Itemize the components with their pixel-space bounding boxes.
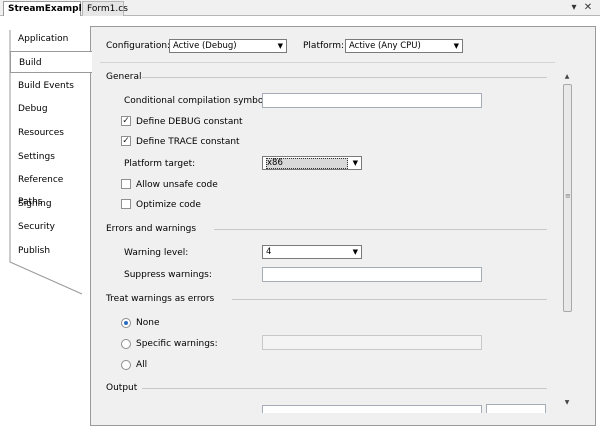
left-tab-debug[interactable]: Debug [10,98,90,120]
radio-specific-warnings-label: Specific warnings: [136,339,218,349]
platform-target-dropdown[interactable]: x86 ▼ [262,156,362,170]
suppress-warnings-label: Suppress warnings: [124,270,212,280]
configuration-label: Configuration: [106,41,171,51]
warning-level-value: 4 [266,247,272,257]
left-tab-application[interactable]: Application [10,28,90,50]
vertical-scrollbar[interactable]: ▲ ≡ ▼ [562,72,572,410]
left-tab-build-events[interactable]: Build Events [10,75,90,97]
specific-warnings-input [262,335,482,350]
left-tab-settings[interactable]: Settings [10,146,90,168]
define-debug-label: Define DEBUG constant [136,117,243,127]
chevron-down-icon: ▼ [352,248,358,256]
chevron-down-icon: ▼ [277,42,283,50]
suppress-warnings-input[interactable] [262,267,482,282]
define-trace-checkbox[interactable]: ✓ [121,136,131,146]
radio-none-label: None [136,318,160,328]
errors-header: Errors and warnings [106,224,197,234]
warning-level-label: Warning level: [124,248,189,258]
platform-target-value: x86 [266,158,348,169]
scroll-down-icon[interactable]: ▼ [562,398,572,408]
warning-level-dropdown[interactable]: 4 ▼ [262,245,362,259]
platform-dropdown[interactable]: Active (Any CPU) ▼ [345,39,463,53]
treat-warnings-header: Treat warnings as errors [106,294,215,304]
optimize-checkbox[interactable] [121,199,131,209]
configuration-value: Active (Debug) [173,41,237,51]
radio-all-label: All [136,360,148,370]
config-divider [100,62,555,63]
left-tab-publish[interactable]: Publish [10,240,90,262]
chevron-down-icon[interactable]: ▾ [568,1,580,14]
platform-label: Platform: [303,41,344,51]
radio-all[interactable] [121,360,131,370]
treat-warnings-header-line [232,299,547,300]
errors-header-line [214,229,547,230]
left-tab-build[interactable]: Build [10,51,92,73]
radio-none[interactable] [121,318,131,328]
allow-unsafe-label: Allow unsafe code [136,180,218,190]
define-trace-label: Define TRACE constant [136,137,240,147]
left-tab-signing[interactable]: Signing [10,193,90,215]
symbols-input[interactable] [262,93,482,108]
configuration-dropdown[interactable]: Active (Debug) ▼ [169,39,287,53]
define-debug-checkbox[interactable]: ✓ [121,116,131,126]
browse-button[interactable] [486,404,546,413]
platform-target-label: Platform target: [124,159,196,169]
allow-unsafe-checkbox[interactable] [121,179,131,189]
platform-value: Active (Any CPU) [349,41,421,51]
general-header-line [142,77,547,78]
left-tab-resources[interactable]: Resources [10,122,90,144]
doc-tab-form1[interactable]: Form1.cs [82,1,128,16]
radio-specific-warnings[interactable] [121,339,131,349]
doc-tab-streamexample[interactable]: StreamExample [3,1,88,17]
output-header-line [142,388,547,389]
grip-icon: ≡ [565,192,571,200]
left-tab-security[interactable]: Security [10,216,90,238]
general-header: General [106,72,142,82]
chevron-down-icon: ▼ [352,159,358,167]
scroll-up-icon[interactable]: ▲ [562,72,572,82]
chevron-down-icon: ▼ [453,42,459,50]
left-tab-reference-paths[interactable]: Reference Paths [10,169,90,207]
scroll-thumb[interactable]: ≡ [563,84,572,312]
output-header: Output [106,383,138,393]
close-icon[interactable]: ✕ [582,1,594,14]
output-path-input[interactable] [262,405,482,413]
symbols-label: Conditional compilation symbols: [124,96,274,106]
optimize-label: Optimize code [136,200,201,210]
